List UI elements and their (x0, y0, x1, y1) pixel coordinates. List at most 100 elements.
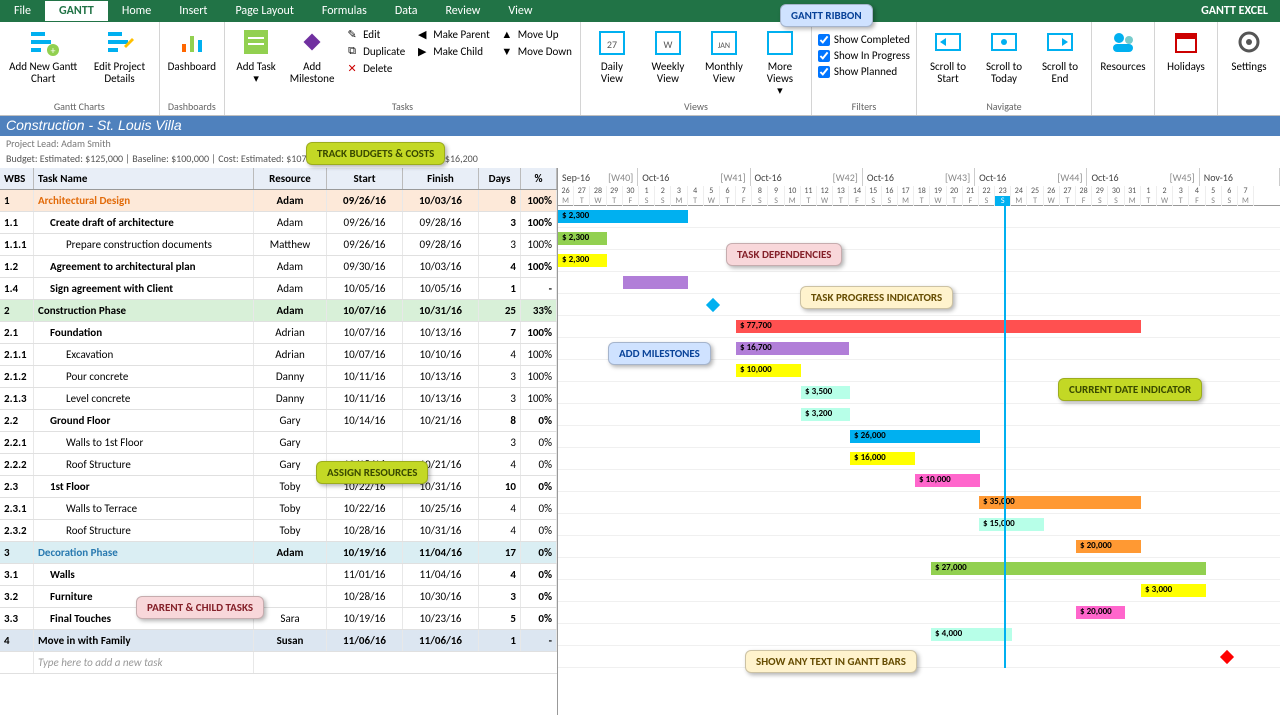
milestone-icon[interactable] (1220, 650, 1234, 664)
callout-ribbon: GANTT RIBBON (780, 4, 873, 27)
task-row[interactable]: 1.2Agreement to architectural planAdam09… (0, 256, 557, 278)
task-row[interactable]: 1.1.1Prepare construction documentsMatth… (0, 234, 557, 256)
project-budget: Budget: Estimated: $125,000 | Baseline: … (0, 152, 1280, 168)
add-gantt-button[interactable]: +Add New Gantt Chart (4, 24, 82, 87)
duplicate-button[interactable]: ⧉Duplicate (341, 43, 409, 59)
bar-cost: $ 15,000 (983, 518, 1015, 529)
task-row[interactable]: 1Architectural DesignAdam09/26/1610/03/1… (0, 190, 557, 212)
task-row[interactable]: 2Construction PhaseAdam10/07/1610/31/162… (0, 300, 557, 322)
show-progress-check[interactable]: Show In Progress (816, 48, 912, 63)
timeline-header: Sep-16[W40]Oct-16[W41]Oct-16[W42]Oct-16[… (558, 168, 1280, 206)
svg-text:27: 27 (607, 38, 617, 51)
project-title: Construction - St. Louis Villa (0, 116, 1280, 136)
menu-formulas[interactable]: Formulas (308, 1, 381, 21)
task-row[interactable]: 1.4Sign agreement with ClientAdam10/05/1… (0, 278, 557, 300)
dashboard-button[interactable]: Dashboard (164, 24, 220, 75)
add-milestone-button[interactable]: Add Milestone (285, 24, 339, 87)
menu-file[interactable]: File (0, 1, 45, 21)
app-title: GANTT EXCEL (1201, 4, 1280, 18)
monthly-view-button[interactable]: JANMonthly View (697, 24, 751, 87)
task-row[interactable]: 2.2.2Roof StructureGary10/18/1610/21/164… (0, 454, 557, 476)
edit-task-button[interactable]: ✎Edit (341, 26, 409, 42)
more-views-button[interactable]: More Views ▾ (753, 24, 807, 99)
task-row[interactable]: 3Decoration PhaseAdam10/19/1611/04/16170… (0, 542, 557, 564)
task-row[interactable]: 3.1Walls11/01/1611/04/1640% (0, 564, 557, 586)
menu-data[interactable]: Data (381, 1, 432, 21)
gantt-row: $ 16,000 (558, 448, 1280, 470)
delete-button[interactable]: ✕Delete (341, 60, 409, 76)
show-completed-check[interactable]: Show Completed (816, 32, 912, 47)
make-parent-button[interactable]: ◀Make Parent (411, 26, 494, 42)
task-row[interactable]: 2.31st FloorToby10/22/1610/31/16100% (0, 476, 557, 498)
svg-text:W: W (663, 38, 672, 51)
callout-milestones: ADD MILESTONES (608, 342, 711, 365)
menu-bar: FileGANTTHomeInsertPage LayoutFormulasDa… (0, 0, 1280, 22)
menu-page layout[interactable]: Page Layout (221, 1, 307, 21)
project-lead: Project Lead: Adam Smith (0, 136, 1280, 152)
add-task-button[interactable]: Add Task ▾ (229, 24, 283, 87)
menu-insert[interactable]: Insert (165, 1, 221, 21)
column-header: WBS Task Name Resource Start Finish Days… (0, 168, 557, 190)
callout-resources: ASSIGN RESOURCES (316, 461, 428, 484)
task-row[interactable]: 3.2Furniture10/28/1610/30/1630% (0, 586, 557, 608)
gantt-row (558, 646, 1280, 668)
task-row[interactable]: 2.1.1ExcavationAdrian10/07/1610/10/16410… (0, 344, 557, 366)
gantt-row: $ 35,000 (558, 492, 1280, 514)
scroll-end-button[interactable]: Scroll to End (1033, 24, 1087, 87)
bar-cost: $ 77,700 (740, 320, 772, 331)
bar-cost: $ 27,000 (935, 562, 967, 573)
gantt-row: $ 3,000 (558, 580, 1280, 602)
bar-cost: $ 2,300 (562, 232, 589, 243)
daily-view-button[interactable]: 27Daily View (585, 24, 639, 87)
callout-current-date: CURRENT DATE INDICATOR (1058, 378, 1202, 401)
task-row[interactable]: 1.1Create draft of architectureAdam09/26… (0, 212, 557, 234)
gantt-row: $ 2,300 (558, 250, 1280, 272)
gantt-bar[interactable] (931, 562, 1206, 575)
bar-cost: $ 10,000 (919, 474, 951, 485)
outdent-icon: ◀ (415, 27, 429, 41)
task-row[interactable]: 4Move in with FamilySusan11/06/1611/06/1… (0, 630, 557, 652)
new-task-row[interactable]: Type here to add a new task (0, 652, 557, 674)
callout-progress: TASK PROGRESS INDICATORS (800, 286, 953, 309)
gantt-row: $ 2,300 (558, 228, 1280, 250)
task-row[interactable]: 2.2Ground FloorGary10/14/1610/21/1680% (0, 410, 557, 432)
menu-review[interactable]: Review (431, 1, 494, 21)
weekly-view-button[interactable]: WWeekly View (641, 24, 695, 87)
menu-gantt[interactable]: GANTT (45, 1, 108, 21)
svg-text:JAN: JAN (718, 41, 730, 51)
resources-button[interactable]: Resources (1096, 24, 1150, 75)
bar-cost: $ 20,000 (1080, 540, 1112, 551)
callout-budgets: TRACK BUDGETS & COSTS (306, 142, 445, 165)
gantt-row: $ 15,000 (558, 514, 1280, 536)
gantt-bar[interactable] (623, 276, 688, 289)
make-child-button[interactable]: ▶Make Child (411, 43, 494, 59)
scroll-today-button[interactable]: Scroll to Today (977, 24, 1031, 87)
task-row[interactable]: 2.2.1Walls to 1st FloorGary30% (0, 432, 557, 454)
task-row[interactable]: 2.3.2Roof StructureToby10/28/1610/31/164… (0, 520, 557, 542)
callout-bar-text: SHOW ANY TEXT IN GANTT BARS (745, 650, 917, 673)
bar-cost: $ 16,700 (740, 342, 772, 353)
holidays-button[interactable]: Holidays (1159, 24, 1213, 75)
gantt-bar[interactable] (736, 320, 1141, 333)
gantt-chart: Sep-16[W40]Oct-16[W41]Oct-16[W42]Oct-16[… (558, 168, 1280, 715)
task-row[interactable]: 2.1FoundationAdrian10/07/1610/13/167100% (0, 322, 557, 344)
milestone-icon[interactable] (706, 298, 720, 312)
move-up-button[interactable]: ▲Move Up (496, 26, 576, 42)
gantt-row: $ 20,000 (558, 602, 1280, 624)
today-line (1004, 206, 1006, 668)
task-row[interactable]: 3.3Final TouchesSara10/19/1610/23/1650% (0, 608, 557, 630)
bar-cost: $ 2,300 (562, 254, 589, 265)
task-row[interactable]: 2.3.1Walls to TerraceToby10/22/1610/25/1… (0, 498, 557, 520)
task-row[interactable]: 2.1.2Pour concreteDanny10/11/1610/13/163… (0, 366, 557, 388)
menu-home[interactable]: Home (108, 1, 165, 21)
show-planned-check[interactable]: Show Planned (816, 64, 912, 79)
move-down-button[interactable]: ▼Move Down (496, 43, 576, 59)
callout-parent-child: PARENT & CHILD TASKS (136, 596, 264, 619)
gantt-row: $ 3,200 (558, 404, 1280, 426)
bar-cost: $ 3,000 (1145, 584, 1172, 595)
edit-project-button[interactable]: Edit Project Details (84, 24, 154, 87)
scroll-start-button[interactable]: Scroll to Start (921, 24, 975, 87)
settings-button[interactable]: Settings (1222, 24, 1276, 75)
menu-view[interactable]: View (494, 1, 546, 21)
task-row[interactable]: 2.1.3Level concreteDanny10/11/1610/13/16… (0, 388, 557, 410)
